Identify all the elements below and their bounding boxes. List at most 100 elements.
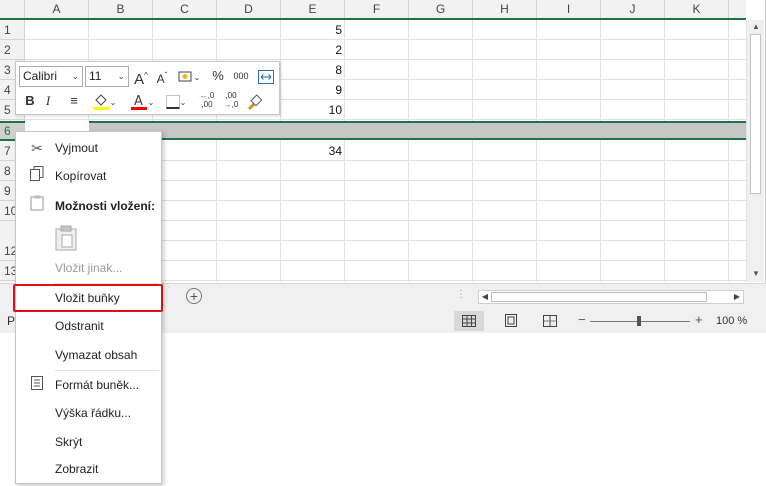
zoom-slider-thumb[interactable] xyxy=(637,316,641,326)
scroll-right-arrow-icon[interactable]: ▶ xyxy=(731,291,743,303)
font-name-value: Calibri xyxy=(23,69,58,83)
align-center-icon: ≡ xyxy=(70,93,78,108)
copy-icon xyxy=(28,164,46,188)
menu-item-hide-label: Skrýt xyxy=(55,435,83,449)
menu-item-unhide[interactable]: Zobrazit xyxy=(16,457,161,481)
menu-item-hide[interactable]: Skrýt xyxy=(16,430,161,454)
fill-bucket-icon xyxy=(92,93,109,110)
font-size-value: 11 xyxy=(89,69,102,83)
menu-item-format-cells[interactable]: Formát buněk... xyxy=(16,373,161,397)
menu-item-paste-special-label: Vložit jinak... xyxy=(55,261,123,275)
horizontal-scroll-thumb[interactable] xyxy=(491,292,707,302)
page-break-icon xyxy=(543,315,557,327)
status-text: P xyxy=(7,314,16,328)
fill-color-button[interactable]: ⌄ xyxy=(87,91,121,111)
font-color-button[interactable]: A ⌄ xyxy=(125,91,159,111)
wrap-format-button[interactable] xyxy=(257,66,275,86)
menu-item-format-cells-label: Formát buněk... xyxy=(55,378,140,392)
add-sheet-icon[interactable]: + xyxy=(186,288,202,304)
menu-item-clear-contents-label: Vymazat obsah xyxy=(55,348,138,362)
menu-item-row-height-label: Výška řádku... xyxy=(55,406,132,420)
align-center-button[interactable]: ≡ xyxy=(65,91,83,111)
scissors-icon: ✂ xyxy=(31,140,43,156)
column-header-d[interactable]: D xyxy=(217,0,281,18)
column-header-h[interactable]: H xyxy=(473,0,537,18)
grow-font-button[interactable]: A^ xyxy=(132,66,150,88)
column-header-f[interactable]: F xyxy=(345,0,409,18)
scroll-up-arrow-icon[interactable]: ▲ xyxy=(748,20,764,34)
percent-style-button[interactable]: % xyxy=(209,66,227,86)
bold-button[interactable]: B xyxy=(22,91,38,111)
zoom-in-button[interactable]: + xyxy=(695,312,703,327)
increase-decimal-button[interactable]: ←,0,00 xyxy=(196,91,218,111)
menu-item-row-height[interactable]: Výška řádku... xyxy=(16,401,161,425)
scroll-down-arrow-icon[interactable]: ▼ xyxy=(748,267,764,281)
mini-toolbar: Calibri ⌄ 11 ⌄ A^ Aˇ ⌄ % 000 B I ≡ ⌄ A ⌄… xyxy=(15,61,280,115)
cell-e5[interactable]: 10 xyxy=(281,100,345,120)
vertical-scrollbar[interactable]: ▲ ▼ xyxy=(746,20,764,282)
menu-item-unhide-label: Zobrazit xyxy=(55,462,99,476)
grow-font-icon: A^ xyxy=(134,71,148,88)
comma-style-button[interactable]: 000 xyxy=(230,66,252,86)
clipboard-icon xyxy=(28,194,46,218)
horizontal-scrollbar[interactable]: ◀ ▶ xyxy=(478,290,744,304)
page-break-view-button[interactable] xyxy=(535,311,565,331)
font-size-select[interactable]: 11 ⌄ xyxy=(85,66,129,87)
menu-item-clear-contents[interactable]: Vymazat obsah xyxy=(16,343,161,367)
select-all-corner[interactable] xyxy=(0,0,25,18)
scroll-left-arrow-icon[interactable]: ◀ xyxy=(479,291,491,303)
paste-options-label: Možnosti vložení: xyxy=(55,199,155,213)
column-header-k[interactable]: K xyxy=(665,0,729,18)
menu-item-cut[interactable]: ✂ Vyjmout xyxy=(16,136,161,160)
menu-item-copy-label: Kopírovat xyxy=(55,169,107,183)
row-header-2[interactable]: 2 xyxy=(0,40,25,60)
resize-handle-icon[interactable]: ⋮ xyxy=(456,289,466,300)
cell-e3[interactable]: 8 xyxy=(281,60,345,80)
column-header-c[interactable]: C xyxy=(153,0,217,18)
cell-e7[interactable]: 34 xyxy=(281,141,345,161)
column-header-b[interactable]: B xyxy=(89,0,153,18)
menu-item-cut-label: Vyjmout xyxy=(55,141,98,155)
column-header-g[interactable]: G xyxy=(409,0,473,18)
font-color-icon: A xyxy=(130,94,147,110)
column-header-j[interactable]: J xyxy=(601,0,665,18)
merge-center-icon xyxy=(258,69,274,84)
font-name-select[interactable]: Calibri ⌄ xyxy=(19,66,83,87)
zoom-level[interactable]: 100 % xyxy=(716,315,747,327)
menu-item-delete[interactable]: Odstranit xyxy=(16,314,161,338)
increase-decimal-icon: ← xyxy=(199,91,208,100)
menu-separator xyxy=(55,370,159,371)
chevron-down-icon: ⌄ xyxy=(71,71,79,81)
row-header-1[interactable]: 1 xyxy=(0,20,25,40)
vertical-scroll-thumb[interactable] xyxy=(750,34,761,194)
decrease-decimal-button[interactable]: ,00 →,0 xyxy=(220,91,242,111)
column-header-i[interactable]: I xyxy=(537,0,601,18)
menu-item-paste-special: Vložit jinak... xyxy=(16,256,161,280)
italic-button[interactable]: I xyxy=(41,91,55,111)
menu-item-copy[interactable]: Kopírovat xyxy=(16,164,161,188)
cell-e2[interactable]: 2 xyxy=(281,40,345,60)
column-header-a[interactable]: A xyxy=(25,0,89,18)
decrease-decimal-icon: → xyxy=(223,100,232,109)
paste-options-heading: Možnosti vložení: xyxy=(16,194,161,218)
column-header-bar: A B C D E F G H I J K xyxy=(0,0,746,20)
highlight-outline xyxy=(13,284,163,312)
cell-e1[interactable]: 5 xyxy=(281,20,345,40)
cell-e4[interactable]: 9 xyxy=(281,80,345,100)
shrink-font-button[interactable]: Aˇ xyxy=(153,66,171,86)
shrink-font-icon: Aˇ xyxy=(156,71,168,86)
borders-button[interactable]: ⌄ xyxy=(162,91,190,111)
paste-clipboard-icon xyxy=(55,225,77,259)
zoom-out-button[interactable]: − xyxy=(578,312,586,327)
column-header-e[interactable]: E xyxy=(281,0,345,18)
normal-view-button[interactable] xyxy=(454,311,484,331)
format-painter-button[interactable] xyxy=(245,91,263,111)
grid-view-icon xyxy=(462,315,476,327)
format-painter-icon xyxy=(248,93,263,110)
menu-item-delete-label: Odstranit xyxy=(55,319,104,333)
svg-text:A: A xyxy=(134,94,143,109)
paste-option-button[interactable] xyxy=(16,223,161,253)
accounting-format-button[interactable]: ⌄ xyxy=(174,66,204,86)
format-cells-icon xyxy=(28,373,46,397)
page-layout-view-button[interactable] xyxy=(496,311,526,331)
